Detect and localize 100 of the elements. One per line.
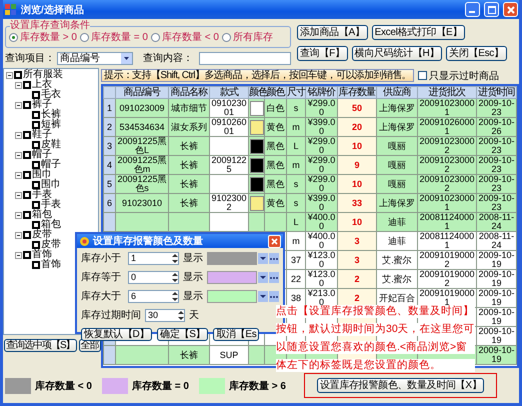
column-header: 供应商: [376, 86, 418, 98]
tree-checkbox[interactable]: [23, 81, 31, 89]
dialog-button[interactable]: 确定【S】: [157, 328, 208, 341]
tree-item[interactable]: 鞋子: [32, 130, 52, 140]
tree-item[interactable]: 箱包: [41, 220, 61, 230]
collapse-icon[interactable]: [15, 172, 22, 178]
tree-checkbox[interactable]: [23, 231, 31, 239]
legend-label: 库存数量 > 6: [228, 379, 286, 392]
collapse-icon[interactable]: [15, 102, 22, 108]
toolbar-button[interactable]: Excel格式打印【E】: [372, 25, 466, 40]
tree-checkbox[interactable]: [32, 161, 40, 169]
tree-item[interactable]: 围巾: [32, 170, 52, 180]
tree-item[interactable]: 箱包: [32, 210, 52, 220]
color-picker[interactable]: [206, 290, 257, 302]
radio-option[interactable]: 所有库存: [222, 30, 273, 44]
tree-item[interactable]: 手表: [32, 190, 52, 200]
close-button[interactable]: [503, 2, 518, 17]
query-content-field[interactable]: [199, 52, 291, 64]
tree-item[interactable]: 皮鞋: [41, 140, 61, 150]
tree-item[interactable]: 短裤: [41, 120, 61, 130]
app-icon: [79, 236, 90, 246]
collapse-icon[interactable]: [15, 152, 22, 158]
tree-item[interactable]: 帽子: [32, 150, 52, 160]
tree-item[interactable]: 长裤: [41, 110, 61, 120]
dialog-button[interactable]: 取消【Es: [213, 328, 260, 341]
toolbar-button[interactable]: 添加商品【A】: [297, 25, 368, 40]
tree-item[interactable]: 帽子: [41, 160, 61, 170]
radio-option[interactable]: 库存数量 = 0: [80, 30, 148, 44]
collapse-icon[interactable]: [15, 212, 22, 218]
more-button[interactable]: [269, 272, 279, 282]
more-button[interactable]: [269, 252, 279, 264]
tree-item[interactable]: 围巾: [41, 180, 61, 190]
radio-option[interactable]: 库存数量 > 0: [9, 30, 77, 44]
hint-banner: 提示：支持【Shift, Ctrl】多选商品，选择后，按回车键，可以添加到销售。: [101, 69, 414, 82]
tree-item[interactable]: 皮带: [32, 230, 52, 240]
spin-arrows-icon: [172, 292, 178, 300]
tree-checkbox[interactable]: [23, 131, 31, 139]
tree-checkbox[interactable]: [32, 221, 40, 229]
tree-checkbox[interactable]: [32, 111, 40, 119]
number-spinner[interactable]: 0: [128, 270, 179, 284]
toolbar-button[interactable]: 查询【F】: [297, 46, 348, 61]
overdue-checkbox[interactable]: 只显示过时商品: [418, 68, 500, 82]
tree-checkbox[interactable]: [32, 141, 40, 149]
tree-checkbox[interactable]: [23, 101, 31, 109]
dialog-button[interactable]: 恢复默认【D】: [81, 328, 152, 341]
number-spinner[interactable]: 30: [145, 308, 185, 322]
legend-label: 库存数量 = 0: [132, 379, 189, 392]
collapse-icon[interactable]: [15, 232, 22, 238]
more-button[interactable]: [269, 290, 279, 302]
collapse-icon[interactable]: [15, 192, 22, 198]
radio-option[interactable]: 库存数量 < 0: [150, 30, 219, 44]
tree-checkbox[interactable]: [32, 201, 40, 209]
tree-checkbox[interactable]: [32, 121, 40, 129]
tree-item[interactable]: 首饰: [32, 250, 52, 260]
color-picker[interactable]: [206, 252, 257, 264]
table-cell: 3: [338, 250, 376, 270]
table-cell: 33: [338, 194, 376, 212]
maximize-button[interactable]: [484, 2, 499, 17]
tree-checkbox[interactable]: [32, 181, 40, 189]
tree-checkbox[interactable]: [32, 261, 40, 269]
tree-checkbox[interactable]: [23, 171, 31, 179]
dropdown-button[interactable]: [258, 272, 268, 282]
field-label: 显示: [182, 290, 203, 303]
field-label: 库存等于: [81, 270, 122, 284]
color-picker[interactable]: [206, 270, 257, 284]
tree-button[interactable]: 查询选中项【S】: [4, 339, 77, 352]
table-cell: 091023001: [210, 98, 248, 118]
tree-item[interactable]: 裤子: [32, 100, 52, 110]
tree-checkbox[interactable]: [23, 251, 31, 259]
tree-item[interactable]: 首饰: [41, 260, 61, 270]
query-item-dropdown[interactable]: 商品编号: [57, 52, 133, 64]
tree-checkbox[interactable]: [23, 191, 31, 199]
number-spinner[interactable]: 1: [128, 252, 179, 264]
table-cell: 10: [338, 136, 376, 156]
annotation-text: 体左下的标签既是您设置的颜色。: [276, 359, 475, 372]
collapse-icon[interactable]: [15, 82, 22, 88]
dialog-title: 设置库存报警颜色及数量: [93, 234, 204, 248]
tree-item[interactable]: 上衣: [32, 80, 52, 90]
collapse-icon[interactable]: [6, 72, 13, 78]
tree-checkbox[interactable]: [14, 71, 22, 79]
tree-checkbox[interactable]: [32, 241, 40, 249]
tree-checkbox[interactable]: [23, 151, 31, 159]
tree-item[interactable]: 毛衣: [41, 90, 61, 100]
tree-item[interactable]: 皮带: [41, 240, 61, 250]
number-spinner[interactable]: 6: [128, 290, 179, 302]
dropdown-button[interactable]: [258, 252, 268, 264]
tree-item[interactable]: 手表: [41, 200, 61, 210]
close-button[interactable]: [268, 234, 281, 248]
tree-checkbox[interactable]: [23, 211, 31, 219]
dropdown-button[interactable]: [258, 290, 268, 302]
collapse-icon[interactable]: [15, 252, 22, 258]
annotation-text: 按钮，默认过期时间为30天，在这里您可: [276, 323, 475, 336]
tree-item[interactable]: 所有服装: [23, 70, 63, 80]
minimize-button[interactable]: [465, 2, 480, 17]
toolbar-button[interactable]: 横向尺码统计【H】: [352, 46, 442, 61]
table-cell: 20: [338, 118, 376, 136]
tree-checkbox[interactable]: [32, 91, 40, 99]
toolbar-button[interactable]: 关闭【Esc】: [446, 46, 507, 61]
alarm-settings-button[interactable]: 设置库存报警颜色、数量及时间【X】: [316, 378, 484, 393]
collapse-icon[interactable]: [15, 132, 22, 138]
